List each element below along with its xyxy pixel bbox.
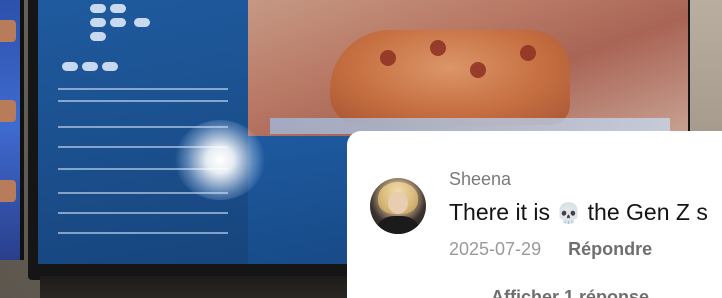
- food-thumbnail: [0, 20, 16, 42]
- price-pill: [110, 4, 126, 13]
- food-thumbnail: [0, 100, 16, 122]
- comment-date: 2025-07-29: [449, 239, 542, 259]
- price-pill: [62, 62, 78, 71]
- reply-button[interactable]: Répondre: [568, 239, 652, 259]
- price-pill: [134, 18, 150, 27]
- price-pill: [82, 62, 98, 71]
- screen-glare: [175, 120, 265, 200]
- pepperoni: [470, 62, 486, 78]
- pepperoni: [380, 50, 396, 66]
- avatar[interactable]: [370, 178, 426, 234]
- price-pill: [110, 18, 126, 27]
- price-pill: [90, 4, 106, 13]
- avatar-shirt: [374, 216, 422, 234]
- menu-text-line: [58, 212, 228, 214]
- price-pill: [102, 62, 118, 71]
- pizza-slice: [330, 30, 570, 125]
- view-replies-label: Afficher 1 réponse: [491, 287, 650, 298]
- comment-username[interactable]: Sheena: [449, 169, 511, 190]
- food-thumbnail: [0, 180, 16, 202]
- skull-icon: 💀: [556, 201, 582, 225]
- left-menu-screen: [0, 0, 24, 260]
- menu-text-line: [58, 100, 228, 102]
- pepperoni: [430, 40, 446, 56]
- comment-card: Sheena There it is 💀 the Gen Z s 2025-07…: [347, 131, 722, 298]
- price-pill: [90, 32, 106, 41]
- comment-text: There it is 💀 the Gen Z s: [449, 199, 722, 226]
- view-replies-button[interactable]: Afficher 1 réponse: [449, 287, 649, 298]
- menu-text-line: [58, 232, 228, 234]
- comment-text-start: There it is: [449, 199, 557, 225]
- comment-meta: 2025-07-29 Répondre: [449, 239, 652, 260]
- price-pill: [90, 18, 106, 27]
- menu-text-line: [58, 88, 228, 90]
- comment-text-end: the Gen Z s: [581, 199, 708, 225]
- pepperoni: [520, 45, 536, 61]
- avatar-face: [388, 192, 408, 214]
